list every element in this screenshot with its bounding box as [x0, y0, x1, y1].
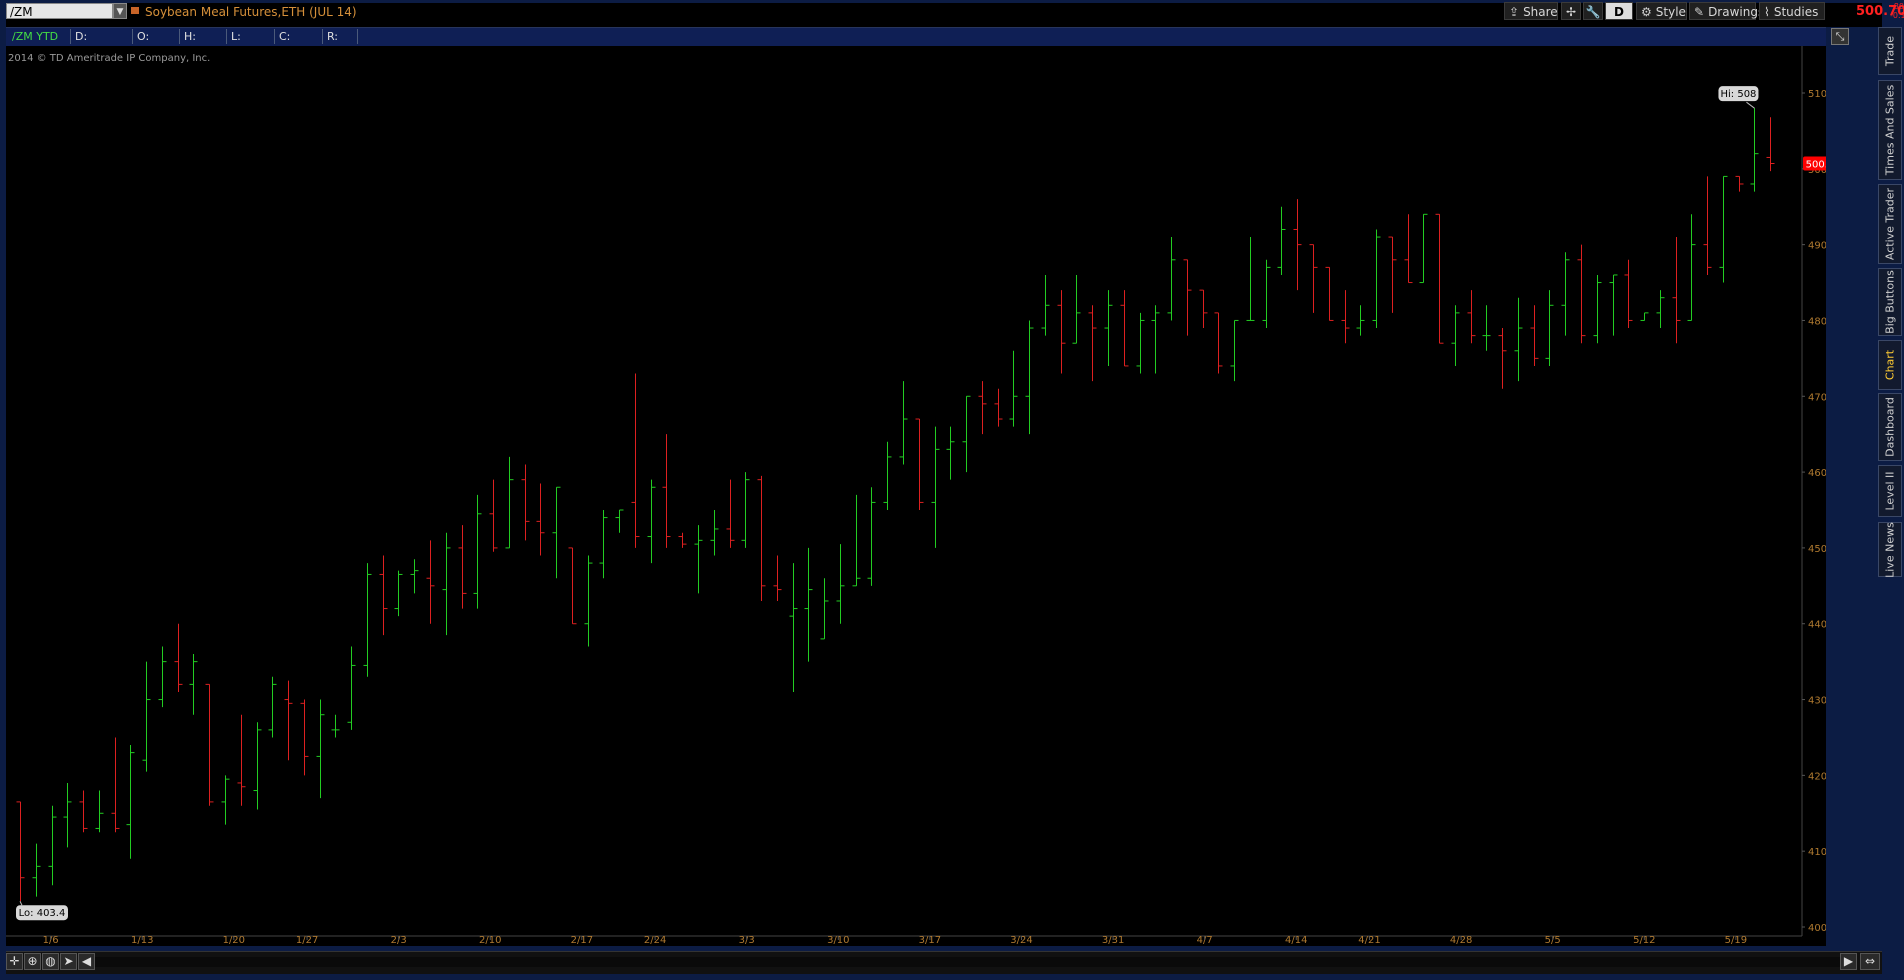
zoom-icon: ⊕ [27, 954, 38, 968]
share-button[interactable]: ⇪ Share [1504, 2, 1558, 20]
scroll-right-button[interactable]: ▶ [1840, 953, 1857, 970]
pointer-tool-button[interactable]: ➤ [60, 953, 77, 970]
crosshair-button[interactable]: ✢ [1561, 2, 1581, 20]
y-tick-label: 470 [1808, 392, 1826, 403]
info-close: C: 500.7 [274, 29, 322, 58]
settings-button[interactable]: 🔧 [1583, 2, 1603, 20]
horizontal-scrollbar[interactable] [95, 957, 1845, 967]
side-tab-times-and-sales[interactable]: Times And Sales [1878, 80, 1902, 180]
y-tick-label: 510 [1808, 89, 1826, 100]
copyright-text: 2014 © TD Ameritrade IP Company, Inc. [8, 53, 211, 64]
price-chart[interactable]: 4004104204304404504604704804905005101/61… [6, 46, 1826, 946]
side-tab-label: Level II [1883, 471, 1897, 511]
y-tick-label: 430 [1808, 696, 1826, 707]
side-tab-level-ii[interactable]: Level II [1878, 465, 1902, 517]
scroll-left-button[interactable]: ◀ [78, 953, 95, 970]
symbol-description: Soybean Meal Futures,ETH (JUL 14) [145, 5, 357, 19]
move-icon: ✛ [9, 954, 20, 968]
symbol-input[interactable]: /ZM [6, 3, 113, 19]
y-tick-label: 420 [1808, 771, 1826, 782]
info-symbol-period: /ZM YTD D [12, 30, 59, 58]
wrench-icon: 🔧 [1585, 5, 1601, 19]
info-open: O: 501.5 [132, 29, 179, 58]
y-tick-label: 400 [1808, 923, 1826, 934]
net-change: -80 [1890, 2, 1904, 11]
pan-tool-button[interactable]: ✛ [6, 953, 23, 970]
y-tick-label: 480 [1808, 316, 1826, 327]
style-icon: ⚙ [1641, 5, 1652, 19]
chart-area[interactable]: 4004104204304404504604704804905005101/61… [6, 46, 1826, 946]
arrow-right-icon: ▶ [1843, 954, 1854, 968]
studies-icon: ⌇ [1764, 5, 1770, 19]
studies-button[interactable]: ⌇ Studies [1759, 2, 1825, 20]
symbol-flag-icon[interactable] [131, 7, 139, 14]
arrow-left-icon: ◀ [81, 954, 92, 968]
chart-settings-icon[interactable]: ⤡ [1831, 28, 1849, 45]
bubble-tool-button[interactable]: ◍ [42, 953, 59, 970]
y-tick-label: 410 [1808, 847, 1826, 858]
bubble-icon: ◍ [45, 954, 56, 968]
info-low: L: 499.7 [226, 29, 274, 58]
expand-button[interactable]: ⇔ [1860, 953, 1880, 970]
share-icon: ⇪ [1509, 5, 1520, 19]
pointer-icon: ➤ [63, 954, 74, 968]
drawings-button[interactable]: ✎ Drawings [1689, 2, 1764, 20]
side-tab-chart[interactable]: Chart [1878, 340, 1902, 390]
side-tab-label: Chart [1883, 349, 1897, 381]
side-tab-live-news[interactable]: Live News [1878, 522, 1902, 577]
y-tick-label: 460 [1808, 468, 1826, 479]
info-range: R: 7.1 [322, 29, 358, 58]
y-tick-label: 440 [1808, 620, 1826, 631]
side-tab-label: Active Trader [1883, 187, 1897, 261]
last-price-tag-label: 500.7 [1806, 160, 1826, 171]
price-change: -80 -0.16% [1890, 2, 1904, 20]
side-tab-label: Dashboard [1883, 397, 1897, 457]
pct-change: -0.16% [1890, 11, 1904, 20]
zoom-tool-button[interactable]: ⊕ [24, 953, 41, 970]
side-tab-label: Big Buttons [1883, 270, 1897, 334]
side-tab-label: Live News [1883, 521, 1897, 578]
timeframe-button[interactable]: D [1605, 2, 1633, 20]
info-date: D: 5/23/14 [70, 29, 132, 58]
y-tick-label: 450 [1808, 544, 1826, 555]
pencil-icon: ✎ [1694, 5, 1705, 19]
side-tab-label: Trade [1883, 35, 1897, 67]
side-tab-active-trader[interactable]: Active Trader [1878, 184, 1902, 264]
style-button[interactable]: ⚙ Style [1636, 2, 1687, 20]
y-tick-label: 490 [1808, 241, 1826, 252]
crosshair-icon: ✢ [1565, 5, 1577, 19]
plot-background [6, 46, 1802, 946]
lo-label: Lo: 403.4 [19, 908, 66, 919]
side-tab-label: Times And Sales [1883, 84, 1897, 176]
expand-icon: ⇔ [1864, 954, 1876, 968]
side-tab-dashboard[interactable]: Dashboard [1878, 393, 1902, 461]
side-tab-big-buttons[interactable]: Big Buttons [1878, 268, 1902, 336]
side-tab-trade[interactable]: Trade [1878, 27, 1902, 75]
symbol-dropdown-button[interactable]: ▼ [113, 3, 127, 19]
hi-label: Hi: 508 [1720, 89, 1756, 100]
info-high: H: 506.8 [179, 29, 226, 58]
